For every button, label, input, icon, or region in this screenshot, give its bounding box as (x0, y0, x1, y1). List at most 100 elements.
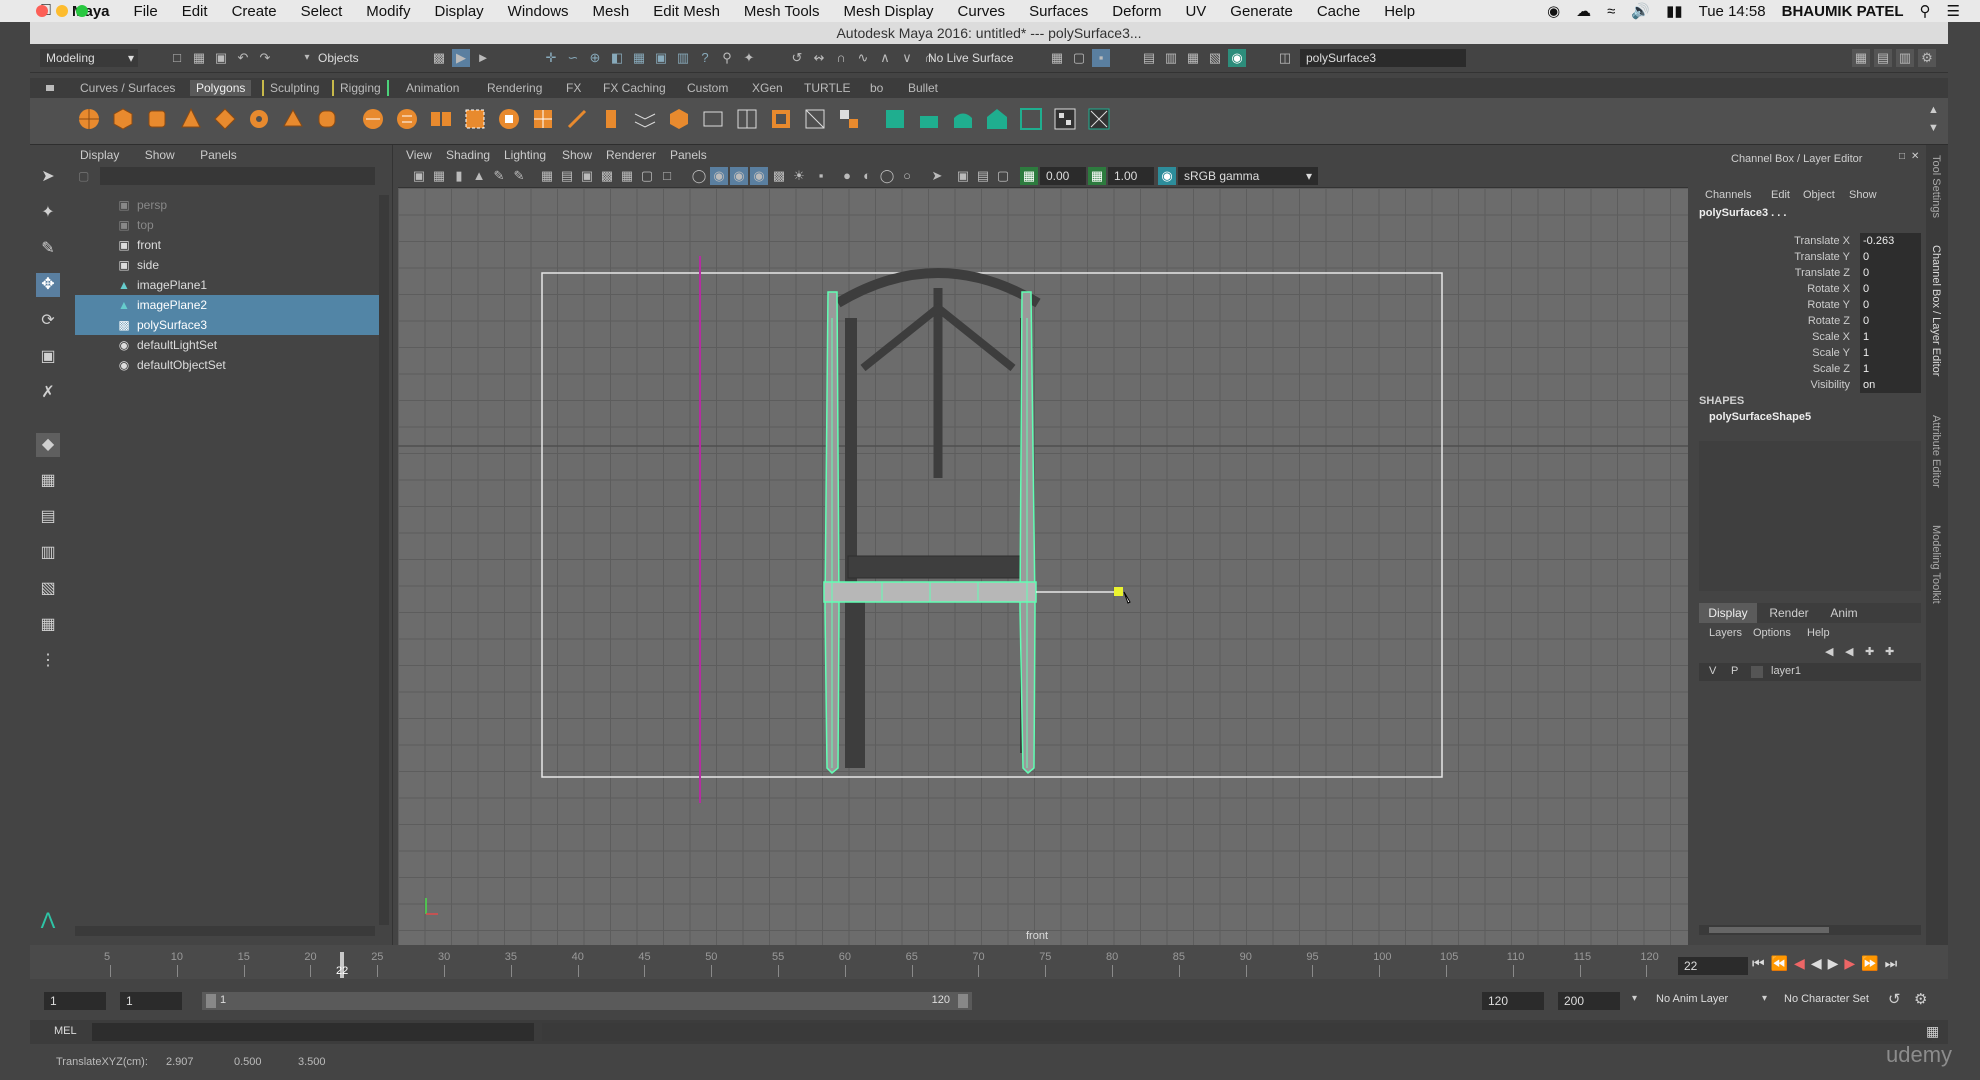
channel-scale-z[interactable]: Scale Z1 (1695, 361, 1921, 377)
shelf-tab-turtle[interactable]: TURTLE (798, 80, 856, 96)
step-back-icon[interactable]: ⏪ (1771, 955, 1794, 971)
safe-title-icon[interactable]: □ (658, 167, 676, 185)
gamma-field[interactable]: 1.00 (1108, 167, 1154, 185)
menu-deform[interactable]: Deform (1112, 3, 1161, 20)
lock-icon[interactable]: ⚲ (718, 49, 736, 67)
save-scene-icon[interactable]: ▣ (212, 49, 230, 67)
channel-rotate-x[interactable]: Rotate X0 (1695, 281, 1921, 297)
outliner-search-input[interactable] (100, 167, 375, 185)
move-layer-up-icon[interactable]: ◀ (1825, 645, 1833, 658)
outliner-item-persp[interactable]: ▣ persp (75, 195, 379, 215)
reflect-icon[interactable]: ∧ (876, 49, 894, 67)
field-chart-icon[interactable]: ▦ (618, 167, 636, 185)
smooth-icon[interactable] (462, 106, 488, 132)
cb-menu-edit[interactable]: Edit (1771, 189, 1790, 201)
snap-curve-icon[interactable]: ∽ (564, 49, 582, 67)
clock[interactable]: Tue 14:58 (1699, 3, 1766, 20)
list-icon[interactable]: ☰ (1947, 2, 1960, 20)
anim-layer-dropdown[interactable]: No Anim Layer (1656, 993, 1728, 1005)
current-frame-field[interactable]: 22 (1678, 957, 1748, 975)
layout-icon[interactable]: ▤ (1874, 49, 1892, 67)
cb-object-name[interactable]: polySurface3 . . . (1699, 207, 1786, 219)
outliner-menu-display[interactable]: Display (80, 148, 119, 162)
menu-generate[interactable]: Generate (1230, 3, 1293, 20)
ipr-render-icon[interactable]: ▥ (1162, 49, 1180, 67)
merge-icon[interactable] (836, 106, 862, 132)
gamma-icon[interactable]: ▦ (1088, 167, 1106, 185)
anti-alias-icon[interactable]: ◯ (878, 167, 896, 185)
side-tab-modeling-toolkit[interactable]: Modeling Toolkit (1930, 525, 1942, 604)
bridge-icon[interactable] (632, 106, 658, 132)
command-language-label[interactable]: MEL (54, 1025, 77, 1037)
menu-edit-mesh[interactable]: Edit Mesh (653, 3, 720, 20)
uv-cut-icon[interactable] (1086, 106, 1112, 132)
side-tab-tool-settings[interactable]: Tool Settings (1930, 155, 1942, 218)
menu-create[interactable]: Create (232, 3, 277, 20)
select-hierarchy-icon[interactable]: ▩ (430, 49, 448, 67)
layer-tab-anim[interactable]: Anim (1819, 603, 1869, 623)
move-layer-down-icon[interactable]: ◀ (1845, 645, 1853, 658)
animation-preferences-icon[interactable]: ⚙ (1914, 990, 1927, 1008)
close-icon[interactable]: ✕ (1911, 151, 1919, 162)
layout-icon[interactable]: ▦ (1852, 49, 1870, 67)
viewport-menu-panels[interactable]: Panels (670, 148, 707, 162)
move-tool-icon[interactable]: ✥ (36, 273, 60, 297)
outliner-item-polysurface3[interactable]: ▩ polySurface3 (75, 315, 379, 335)
xray-icon[interactable]: ◉ (750, 167, 768, 185)
layer-tab-render[interactable]: Render (1761, 603, 1817, 623)
search-icon[interactable]: ⚲ (1920, 2, 1931, 20)
menu-uv[interactable]: UV (1185, 3, 1206, 20)
new-scene-icon[interactable]: □ (168, 49, 186, 67)
channel-scale-x[interactable]: Scale X1 (1695, 329, 1921, 345)
shelf-tab-custom[interactable]: Custom (681, 80, 734, 96)
poly-cone-icon[interactable] (178, 106, 204, 132)
play-backwards-icon[interactable]: ◀ (1811, 955, 1828, 971)
uv-cylindrical-icon[interactable] (916, 106, 942, 132)
outliner-item-defaultobjectset[interactable]: ◉ defaultObjectSet (75, 355, 379, 375)
symmetry-icon[interactable]: ↭ (810, 49, 828, 67)
menu-select[interactable]: Select (301, 3, 343, 20)
xray-active-icon[interactable]: ▤ (974, 167, 992, 185)
channel-translate-x[interactable]: Translate X -0.263 (1695, 233, 1921, 249)
viewport-menu-shading[interactable]: Shading (446, 148, 490, 162)
outliner-layout-icon[interactable]: ▦ (36, 613, 60, 637)
extrude-icon[interactable] (598, 106, 624, 132)
script-editor-icon[interactable]: ▦ (1926, 1023, 1939, 1040)
minimize-window-icon[interactable] (56, 5, 68, 17)
channel-rotate-y[interactable]: Rotate Y0 (1695, 297, 1921, 313)
outliner-item-defaultlightset[interactable]: ◉ defaultLightSet (75, 335, 379, 355)
single-view-icon[interactable]: ◆ (36, 433, 60, 457)
poly-plane-icon[interactable] (212, 106, 238, 132)
shelf-tab-rendering[interactable]: Rendering (481, 80, 548, 96)
layer-name[interactable]: layer1 (1771, 665, 1801, 677)
shelf-tab-xgen[interactable]: XGen (746, 80, 789, 96)
outliner-item-imageplane2[interactable]: ▲ imagePlane2 (75, 295, 379, 315)
undo-icon[interactable]: ↶ (234, 49, 252, 67)
wifi-icon[interactable]: ≈ (1607, 3, 1615, 20)
cb-menu-channels[interactable]: Channels (1705, 189, 1751, 201)
last-tool-icon[interactable]: ✗ (36, 381, 60, 405)
select-tool-icon[interactable]: ➤ (36, 165, 60, 189)
shape-name[interactable]: polySurfaceShape5 (1709, 411, 1811, 423)
separate-icon[interactable] (394, 106, 420, 132)
layer-row[interactable]: V P layer1 (1699, 663, 1921, 681)
playback-start-field[interactable]: 1 (120, 992, 182, 1010)
redo-icon[interactable]: ↷ (256, 49, 274, 67)
smooth-shade-icon[interactable]: ◉ (710, 167, 728, 185)
snap-grid-icon[interactable]: ✛ (542, 49, 560, 67)
zoom-window-icon[interactable] (76, 5, 88, 17)
menu-curves[interactable]: Curves (958, 3, 1006, 20)
snap-point-icon[interactable]: ⊕ (586, 49, 604, 67)
soft-select-icon[interactable]: ∿ (854, 49, 872, 67)
menu-windows[interactable]: Windows (508, 3, 569, 20)
new-layer-icon[interactable]: ✚ (1865, 645, 1874, 658)
layer-visibility-toggle[interactable]: V (1709, 665, 1716, 677)
scale-tool-icon[interactable]: ▣ (36, 345, 60, 369)
float-panel-icon[interactable]: □ (1899, 151, 1905, 162)
command-input[interactable] (92, 1023, 534, 1041)
color-management-icon[interactable]: ◉ (1158, 167, 1176, 185)
paint-select-icon[interactable]: ✎ (36, 237, 60, 261)
close-window-icon[interactable] (36, 5, 48, 17)
side-tab-attribute-editor[interactable]: Attribute Editor (1930, 415, 1942, 488)
step-back-key-icon[interactable]: ◀ (1794, 955, 1811, 971)
